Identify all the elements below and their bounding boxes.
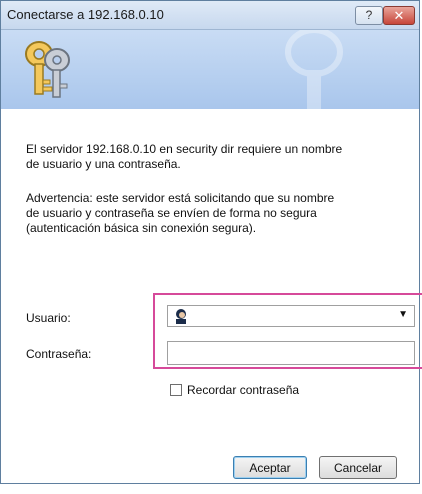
server-message-line: de usuario y una contraseña. [26, 157, 181, 171]
close-button[interactable]: ✕ [383, 6, 415, 25]
server-message-line: El servidor 192.168.0.10 en security dir… [26, 142, 343, 156]
keys-watermark-icon [285, 30, 343, 109]
user-avatar-icon [176, 309, 186, 324]
warning-message-line: de usuario y contraseña se envíen de for… [26, 206, 317, 220]
warning-message-line: Advertencia: este servidor está solicita… [26, 191, 335, 205]
warning-message: Advertencia: este servidor está solicita… [26, 191, 406, 236]
server-message: El servidor 192.168.0.10 en security dir… [26, 142, 406, 172]
password-label: Contraseña: [26, 347, 92, 361]
remember-password-checkbox[interactable] [170, 384, 182, 396]
title-bar[interactable]: Conectarse a 192.168.0.10 ? ✕ [1, 1, 419, 30]
cancel-button[interactable]: Cancelar [319, 456, 397, 479]
login-dialog: Conectarse a 192.168.0.10 ? ✕ El servido… [0, 0, 422, 484]
password-field[interactable] [167, 341, 415, 365]
username-combobox[interactable]: ▼ [167, 305, 415, 327]
dialog-title: Conectarse a 192.168.0.10 [7, 7, 164, 22]
help-button[interactable]: ? [355, 6, 383, 25]
chevron-down-icon[interactable]: ▼ [398, 309, 408, 320]
warning-message-line: (autenticación básica sin conexión segur… [26, 221, 257, 235]
remember-password-label[interactable]: Recordar contraseña [187, 383, 299, 397]
dialog-banner [1, 30, 419, 109]
accept-button[interactable]: Aceptar [233, 456, 307, 479]
username-label: Usuario: [26, 311, 71, 325]
keys-icon [25, 41, 70, 98]
